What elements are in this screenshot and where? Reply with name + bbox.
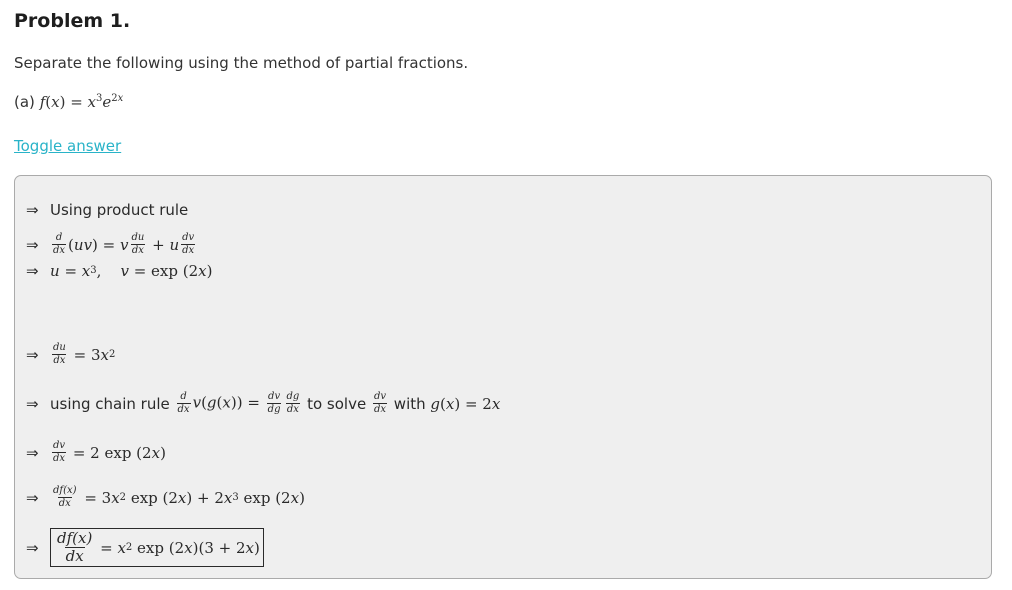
final-answer-box: df(x) dx = x2 exp (2 x)(3 + 2 x) — [50, 528, 264, 567]
chain-rule-text: using chain rule — [50, 394, 170, 413]
answer-line-3: ⇒ u = x3, v = exp (2 x) — [26, 262, 213, 280]
answer-line-1: ⇒ Using product rule — [26, 201, 188, 219]
part-a-label: (a) — [14, 93, 35, 111]
implies-arrow-icon: ⇒ — [26, 488, 39, 507]
answer-panel: ⇒ Using product rule ⇒ d dx(uv) = v du dx +… — [14, 175, 992, 579]
answer-line-7: ⇒ df(x) dx = 3x2 exp (2 x) + 2x3 exp (2 x) — [26, 485, 305, 509]
implies-arrow-icon: ⇒ — [26, 235, 39, 254]
implies-arrow-icon: ⇒ — [26, 201, 39, 219]
implies-arrow-icon: ⇒ — [26, 443, 39, 462]
implies-arrow-icon: ⇒ — [26, 538, 39, 557]
implies-arrow-icon: ⇒ — [26, 262, 39, 280]
part-a-equation: f(x) = x3e2x — [39, 93, 124, 111]
with-text: with — [393, 394, 426, 413]
answer-line-2: ⇒ d dx(uv) = v du dx + u dv dx — [26, 232, 196, 256]
intro-text: Separate the following using the method … — [14, 54, 469, 72]
problem-title: Problem 1. — [14, 10, 131, 32]
answer-line-6: ⇒ dv dx = 2 exp (2 x) — [26, 440, 166, 464]
toggle-answer-link[interactable]: Toggle answer — [14, 137, 121, 155]
to-solve-text: to solve — [307, 394, 367, 413]
implies-arrow-icon: ⇒ — [26, 394, 39, 413]
product-rule-text: Using product rule — [50, 201, 189, 219]
answer-line-5: ⇒ using chain rule d dx v(g(x)) = dv dg dg dx… — [26, 391, 501, 415]
answer-line-8: ⇒ df(x) dx = x2 exp (2 x)(3 + 2 x) — [26, 528, 264, 567]
answer-line-4: ⇒ du dx = 3x2 — [26, 342, 116, 366]
part-a: (a) f(x) = x3e2x — [14, 93, 123, 111]
implies-arrow-icon: ⇒ — [26, 345, 39, 364]
